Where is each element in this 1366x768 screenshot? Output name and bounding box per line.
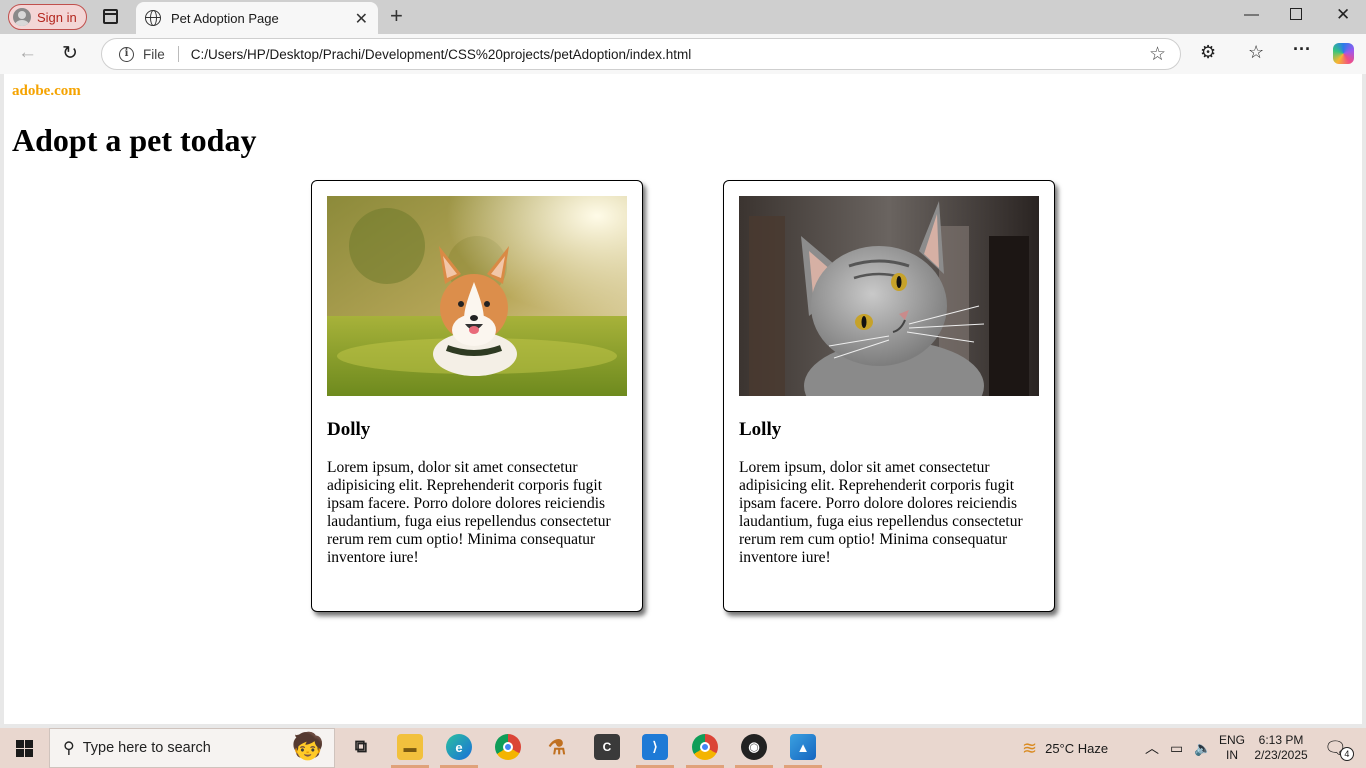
task-view-icon[interactable]: ⧉ (348, 734, 374, 760)
language-indicator[interactable]: ENG IN (1219, 728, 1245, 768)
notification-count-badge: 4 (1339, 747, 1354, 761)
more-menu-icon[interactable]: ··· (1293, 39, 1311, 60)
tab-pet-adoption[interactable]: Pet Adoption Page ✕ (136, 2, 378, 34)
notification-center-icon[interactable]: 🗨 4 (1324, 728, 1361, 768)
favorites-icon[interactable]: ☆ (1248, 42, 1264, 63)
browser-toolbar: ← ↻ i File C:/Users/HP/Desktop/Prachi/De… (0, 34, 1366, 74)
new-tab-icon[interactable]: + (390, 4, 403, 28)
page-viewport: adobe.com Adopt a pet today Dolly Lorem … (4, 74, 1362, 724)
microscope-app-icon[interactable]: ⚗ (544, 734, 570, 760)
favorite-star-icon[interactable]: ☆ (1149, 43, 1166, 66)
taskbar-search-box[interactable]: ⚲ Type here to search 🧒 (49, 728, 335, 768)
chrome-profile-icon[interactable] (692, 734, 718, 760)
file-explorer-icon[interactable]: ▬ (397, 734, 423, 760)
steam-app-icon[interactable]: ◉ (741, 734, 767, 760)
search-highlight-illustration-icon: 🧒 (291, 731, 324, 761)
haze-weather-icon: ≋ (1022, 737, 1038, 758)
region-code: IN (1226, 748, 1238, 762)
globe-icon (145, 10, 161, 26)
search-icon: ⚲ (63, 740, 75, 757)
copilot-icon[interactable] (1333, 43, 1354, 64)
pet-card-lolly: Lolly Lorem ipsum, dolor sit amet consec… (723, 180, 1055, 612)
terminal-app-icon[interactable]: C (594, 734, 620, 760)
volume-icon[interactable]: 🔈 (1194, 740, 1211, 757)
tab-actions-icon[interactable] (103, 9, 118, 24)
back-icon[interactable]: ← (18, 42, 37, 64)
restore-icon[interactable] (1290, 8, 1302, 20)
chrome-icon[interactable] (495, 734, 521, 760)
sign-in-button[interactable]: Sign in (8, 4, 87, 30)
page-title: Adopt a pet today (12, 122, 257, 158)
minimize-icon[interactable]: — (1244, 6, 1259, 23)
pet-description: Lorem ipsum, dolor sit amet consectetur … (327, 459, 611, 566)
grey-tabby-cat-photo (739, 196, 1039, 396)
show-hidden-icons-chevron-icon[interactable]: ︿ (1145, 738, 1159, 758)
corgi-dog-photo (327, 196, 627, 396)
tab-title: Pet Adoption Page (171, 10, 279, 26)
extensions-icon[interactable]: ⚙ (1200, 42, 1216, 63)
windows-start-icon[interactable] (16, 740, 33, 757)
photos-app-icon[interactable]: ▲ (790, 734, 816, 760)
url-scheme-label: File (143, 46, 165, 62)
sign-in-label: Sign in (37, 9, 77, 25)
taskbar-search-placeholder: Type here to search (82, 740, 211, 756)
vscode-icon[interactable]: ⟩ (642, 734, 668, 760)
url-separator (177, 46, 179, 62)
pet-name: Lolly (739, 419, 782, 440)
pet-card-dolly: Dolly Lorem ipsum, dolor sit amet consec… (311, 180, 643, 612)
clock-date: 2/23/2025 (1254, 748, 1308, 762)
close-tab-icon[interactable]: ✕ (355, 9, 368, 29)
site-info-icon[interactable]: i (119, 46, 134, 62)
clock-time: 6:13 PM (1258, 733, 1304, 747)
weather-text: 25°C Haze (1045, 740, 1109, 756)
pet-name: Dolly (327, 419, 371, 440)
brand-link[interactable]: adobe.com (12, 83, 81, 100)
taskbar-clock[interactable]: 6:13 PM 2/23/2025 (1254, 728, 1308, 768)
edge-browser-icon[interactable]: e (446, 734, 472, 760)
refresh-icon[interactable]: ↻ (62, 42, 78, 65)
profile-avatar-icon (13, 8, 31, 26)
battery-icon[interactable]: ▭ (1170, 740, 1183, 757)
system-tray-icons: ︿ ▭ 🔈 (1145, 728, 1212, 768)
close-window-icon[interactable]: ✕ (1336, 5, 1350, 25)
language-code: ENG (1219, 733, 1246, 747)
weather-widget[interactable]: ≋ 25°C Haze (1022, 728, 1108, 768)
pet-description: Lorem ipsum, dolor sit amet consectetur … (739, 459, 1023, 566)
url-text[interactable]: C:/Users/HP/Desktop/Prachi/Development/C… (191, 47, 691, 62)
address-bar[interactable]: i File C:/Users/HP/Desktop/Prachi/Develo… (101, 38, 1181, 70)
windows-taskbar: ⚲ Type here to search 🧒 ⧉ ▬ e ⚗ C ⟩ ◉ ▲ … (0, 728, 1366, 768)
browser-tab-bar: Sign in Pet Adoption Page ✕ + — ✕ (0, 0, 1366, 34)
